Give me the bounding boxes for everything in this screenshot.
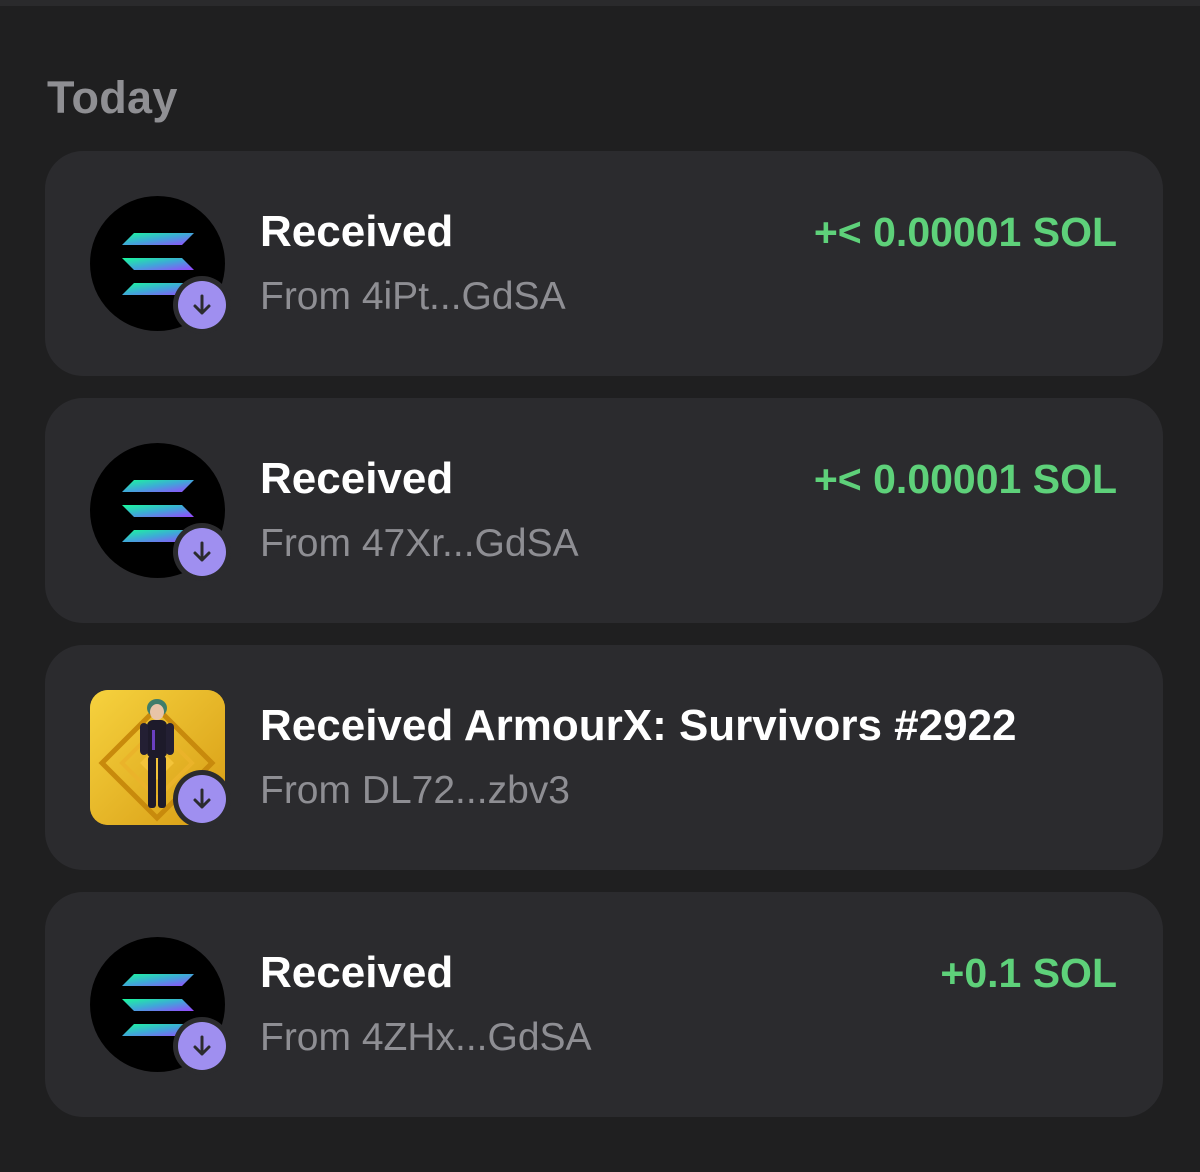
transaction-title: Received ArmourX: Survivors #2922 bbox=[260, 701, 1017, 750]
transaction-title: Received bbox=[260, 454, 454, 503]
received-badge bbox=[173, 1017, 231, 1075]
transaction-row[interactable]: Received From 47Xr...GdSA +< 0.00001 SOL bbox=[45, 398, 1163, 623]
section-title-today: Today bbox=[47, 72, 178, 123]
transaction-title: Received bbox=[260, 948, 454, 997]
arrow-down-icon bbox=[193, 1035, 211, 1056]
arrow-down-icon bbox=[193, 788, 211, 809]
top-divider bbox=[0, 0, 1200, 6]
transaction-title: Received bbox=[260, 207, 454, 256]
activity-page: Today Received From 4iPt...GdSA +< 0.000… bbox=[0, 0, 1200, 1172]
received-badge bbox=[173, 770, 231, 828]
received-badge bbox=[173, 276, 231, 334]
arrow-down-icon bbox=[193, 294, 211, 315]
transaction-row[interactable]: Received From 4iPt...GdSA +< 0.00001 SOL bbox=[45, 151, 1163, 376]
transaction-list: Received From 4iPt...GdSA +< 0.00001 SOL bbox=[45, 151, 1163, 1139]
transaction-sender: From 47Xr...GdSA bbox=[260, 522, 579, 565]
transaction-amount: +< 0.00001 SOL bbox=[813, 456, 1117, 502]
transaction-amount: +0.1 SOL bbox=[940, 950, 1117, 996]
transaction-amount: +< 0.00001 SOL bbox=[813, 209, 1117, 255]
received-badge bbox=[173, 523, 231, 581]
transaction-sender: From 4iPt...GdSA bbox=[260, 275, 566, 318]
transaction-row[interactable]: Received ArmourX: Survivors #2922 From D… bbox=[45, 645, 1163, 870]
arrow-down-icon bbox=[193, 541, 211, 562]
transaction-sender: From DL72...zbv3 bbox=[260, 769, 570, 812]
transaction-sender: From 4ZHx...GdSA bbox=[260, 1016, 592, 1059]
transaction-row[interactable]: Received From 4ZHx...GdSA +0.1 SOL bbox=[45, 892, 1163, 1117]
